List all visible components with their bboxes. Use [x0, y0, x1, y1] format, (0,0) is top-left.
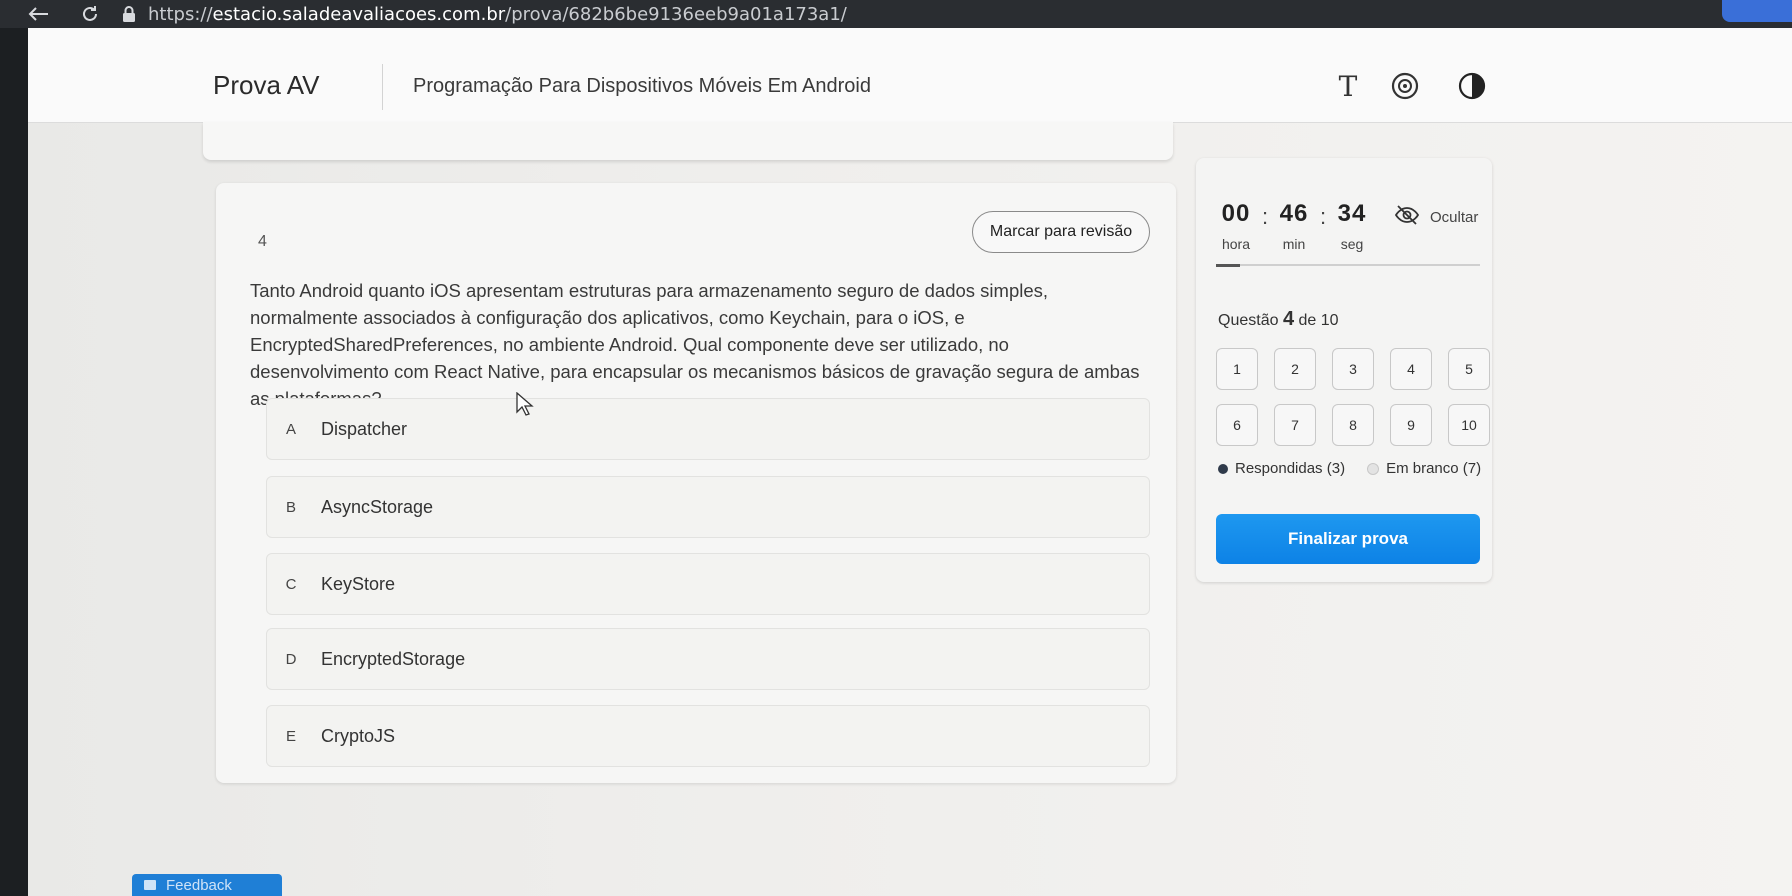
lock-icon[interactable]: [120, 5, 138, 23]
header-substrip: [203, 122, 1173, 160]
answered-count: Respondidas (3): [1235, 460, 1346, 477]
timer-separator: :: [1261, 204, 1269, 229]
progress-prefix: Questão: [1218, 312, 1279, 329]
question-nav-button[interactable]: 9: [1390, 404, 1432, 446]
option-letter: E: [285, 727, 296, 745]
browser-toolbar: https://estacio.saladeavaliacoes.com.br/…: [0, 0, 1792, 28]
option-letter: B: [285, 498, 296, 516]
question-nav-button[interactable]: 5: [1448, 348, 1490, 390]
option-letter: C: [285, 575, 297, 593]
exam-page: Prova AV Programação Para Dispositivos M…: [28, 28, 1792, 896]
question-nav-button[interactable]: 2: [1274, 348, 1316, 390]
timer-progress: [1216, 264, 1480, 267]
timer-hours-value: 00: [1221, 200, 1251, 227]
hide-timer-button[interactable]: Ocultar: [1394, 204, 1478, 231]
option-text: KeyStore: [321, 573, 396, 594]
timer-separator: :: [1319, 204, 1327, 229]
question-card: 4 Marcar para revisão Tanto Android quan…: [216, 183, 1176, 783]
mouse-cursor-icon: [516, 391, 534, 421]
address-bar[interactable]: https://estacio.saladeavaliacoes.com.br/…: [148, 4, 847, 25]
option-text: AsyncStorage: [321, 496, 434, 517]
url-domain: estacio.saladeavaliacoes.com.br: [212, 3, 506, 25]
header-divider: [382, 64, 383, 110]
option-c[interactable]: C KeyStore: [266, 553, 1150, 615]
question-nav-button[interactable]: 8: [1332, 404, 1374, 446]
answer-legend: Respondidas (3) Em branco (7): [1218, 460, 1481, 477]
timer-minutes-label: min: [1282, 236, 1306, 252]
exam-header: Prova AV Programação Para Dispositivos M…: [28, 28, 1792, 123]
finish-exam-button[interactable]: Finalizar prova: [1216, 514, 1480, 564]
mark-review-button[interactable]: Marcar para revisão: [972, 211, 1150, 253]
course-title: Programação Para Dispositivos Móveis Em …: [413, 75, 871, 97]
option-letter: D: [285, 650, 297, 668]
feedback-tab[interactable]: Feedback: [132, 874, 282, 896]
timer-seconds-label: seg: [1340, 236, 1364, 252]
timer-hours-label: hora: [1221, 236, 1251, 252]
question-nav-button[interactable]: 7: [1274, 404, 1316, 446]
progress-current: 4: [1282, 308, 1295, 330]
reload-icon[interactable]: [74, 0, 106, 28]
question-nav-button[interactable]: 4: [1390, 348, 1432, 390]
question-nav-button[interactable]: 1: [1216, 348, 1258, 390]
option-letter: A: [285, 420, 296, 438]
answered-dot-icon: [1218, 463, 1228, 474]
option-e[interactable]: E CryptoJS: [266, 705, 1150, 767]
question-number: 4: [258, 233, 267, 250]
blank-dot-icon: [1367, 462, 1380, 475]
question-nav-button[interactable]: 3: [1332, 348, 1374, 390]
question-nav-button[interactable]: 6: [1216, 404, 1258, 446]
question-progress: Questão 4 de 10: [1218, 308, 1339, 331]
option-a[interactable]: A Dispatcher: [266, 398, 1150, 460]
feedback-icon: [144, 880, 156, 890]
option-text: Dispatcher: [321, 418, 408, 439]
blank-count: Em branco (7): [1386, 460, 1482, 477]
accessibility-icon[interactable]: [1387, 68, 1423, 104]
option-b[interactable]: B AsyncStorage: [266, 476, 1150, 538]
timer-seconds: 34 seg: [1330, 200, 1374, 252]
hide-timer-label: Ocultar: [1430, 209, 1479, 226]
option-text: EncryptedStorage: [321, 648, 466, 669]
timer-seconds-value: 34: [1337, 200, 1367, 227]
exam-title: Prova AV: [213, 70, 320, 100]
font-size-icon[interactable]: T: [1330, 68, 1366, 104]
option-d[interactable]: D EncryptedStorage: [266, 628, 1150, 690]
exam-sidebar: 00 hora : 46 min : 34 seg Ocultar Questã…: [1196, 158, 1492, 582]
timer-hours: 00 hora: [1214, 200, 1258, 252]
question-text: Tanto Android quanto iOS apresentam estr…: [250, 280, 1140, 409]
contrast-icon[interactable]: [1454, 68, 1490, 104]
progress-suffix: de 10: [1298, 312, 1339, 329]
option-text: CryptoJS: [321, 725, 396, 746]
question-nav-button[interactable]: 10: [1448, 404, 1490, 446]
eye-off-icon: [1394, 204, 1420, 231]
back-icon[interactable]: [22, 0, 54, 28]
timer-minutes: 46 min: [1272, 200, 1316, 252]
timer: 00 hora : 46 min : 34 seg: [1214, 200, 1374, 252]
url-path: /prova/682b6be9136eeb9a01a173a1/: [505, 3, 847, 25]
feedback-label: Feedback: [166, 876, 232, 894]
url-prefix: https://: [148, 3, 213, 25]
browser-extension-area: [1722, 0, 1792, 22]
timer-minutes-value: 46: [1279, 200, 1309, 227]
